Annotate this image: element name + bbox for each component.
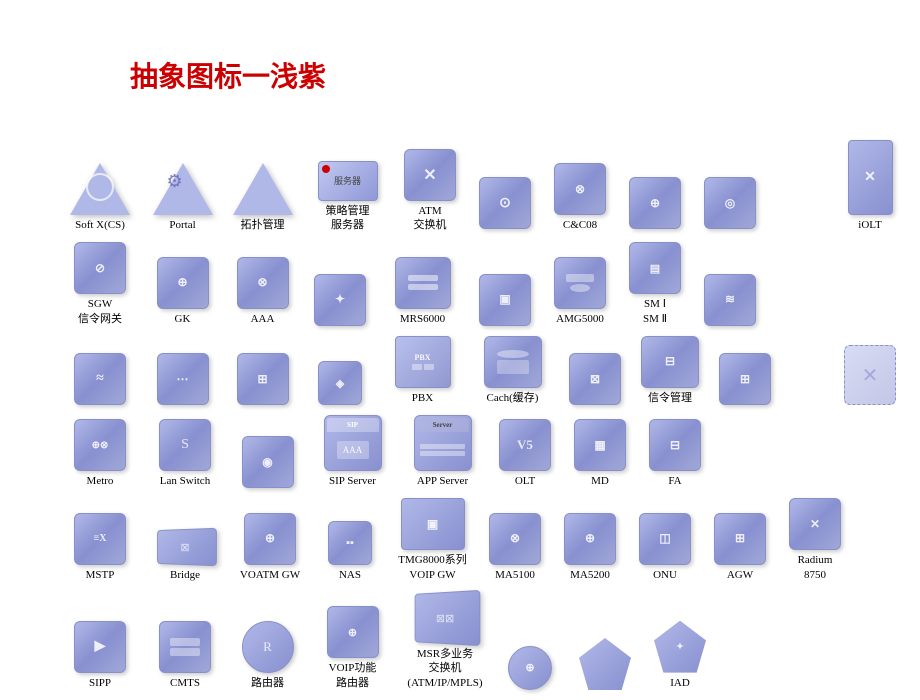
icon-ghost1: ✕ xyxy=(835,345,905,405)
icon-mstp: ≡X MSTP xyxy=(60,513,140,582)
icon-tmg8000: ▣ TMG8000系列VOIP GW xyxy=(390,498,475,582)
icon-radium: ✕ Radium8750 xyxy=(780,498,850,582)
icon-cmts: CMTS xyxy=(145,621,225,690)
icon-row-1: Soft X(CS) ⚙ Portal 拓扑管理 服务器 策略管理服务器 ✕ A… xyxy=(60,140,910,232)
icon-r4: ◈ xyxy=(305,361,375,405)
icon-bridge: ⊠ Bridge xyxy=(145,529,225,582)
icon-msr: ⊠⊠ MSR多业务交换机(ATM/IP/MPLS) xyxy=(400,592,490,690)
icon-olt: V5 OLT xyxy=(490,419,560,488)
icon-row-2: ⊘ SGW信令网关 ⊕ GK ⊗ AAA ✦ xyxy=(60,242,910,326)
icon-r1: ≈ xyxy=(60,353,140,405)
icon-pbx: PBX PBX xyxy=(380,336,465,405)
icon-ma5200: ⊕ MA5200 xyxy=(555,513,625,582)
icon-empty2: ⊕ xyxy=(620,177,690,232)
icon-voip-router: ⊕ VOIP功能路由器 xyxy=(310,606,395,690)
icon-row-5: ≡X MSTP ⊠ Bridge ⊕ VOATM GW ▪▪ NAS ▣ xyxy=(60,498,910,582)
icon-empty8: ⊕ xyxy=(495,646,565,690)
icon-agw: ⊞ AGW xyxy=(705,513,775,582)
icon-empty7: ◉ xyxy=(230,436,305,488)
icon-cc08: ⊗ C&C08 xyxy=(545,163,615,232)
icon-soft-x: Soft X(CS) xyxy=(60,163,140,232)
icon-sgw: ⊘ SGW信令网关 xyxy=(60,242,140,326)
icon-empty4: ✦ xyxy=(305,274,375,326)
icon-topology: 拓扑管理 xyxy=(225,163,300,232)
icon-mrs6000: MRS6000 xyxy=(380,257,465,326)
icon-r2: ⋯ xyxy=(145,353,220,405)
icon-fa: ⊟ FA xyxy=(640,419,710,488)
icon-sip-server: SIP AAA SIP Server xyxy=(310,415,395,488)
page-title: 抽象图标一浅紫 xyxy=(130,55,326,95)
icon-empty9 xyxy=(570,638,640,690)
icon-empty1: ⊙ xyxy=(470,177,540,232)
icon-row-3: ≈ ⋯ ⊞ ◈ PBX PBX xyxy=(60,336,910,405)
icon-md: ▦ MD xyxy=(565,419,635,488)
icon-amg5000: AMG5000 xyxy=(545,257,615,326)
icon-cache: Cach(缓存) xyxy=(470,336,555,405)
icon-empty3: ◎ xyxy=(695,177,765,232)
icon-atm-switch: ✕ ATM交换机 xyxy=(395,149,465,233)
icon-row-6: ▶ SIPP CMTS R 路由器 ⊕ VOIP功能路由器 xyxy=(60,592,910,690)
icon-r3: ⊞ xyxy=(225,353,300,405)
icon-policy-server: 服务器 策略管理服务器 xyxy=(305,161,390,233)
icon-ma5100: ⊗ MA5100 xyxy=(480,513,550,582)
icon-app-server: Server APP Server xyxy=(400,415,485,488)
icon-metro: ⊕⊗ Metro xyxy=(60,419,140,488)
icon-iad: ✦ IAD xyxy=(645,621,715,690)
icon-aaa: ⊗ AAA xyxy=(225,257,300,326)
icon-nas: ▪▪ NAS xyxy=(315,521,385,582)
icon-gk: ⊕ GK xyxy=(145,257,220,326)
icon-voatm-gw: ⊕ VOATM GW xyxy=(230,513,310,582)
icon-grid: Soft X(CS) ⚙ Portal 拓扑管理 服务器 策略管理服务器 ✕ A… xyxy=(60,140,910,700)
icon-r5: ⊠ xyxy=(560,353,630,405)
icon-router: R 路由器 xyxy=(230,621,305,690)
icon-signal-mgmt: ⊟ 信令管理 xyxy=(635,336,705,405)
icon-portal: ⚙ Portal xyxy=(145,163,220,232)
icon-r6: ⊞ xyxy=(710,353,780,405)
icon-sm: ▤ SM ⅠSM Ⅱ xyxy=(620,242,690,326)
icon-empty6: ≋ xyxy=(695,274,765,326)
icon-iolt-placeholder: ✕ iOLT xyxy=(835,140,905,232)
icon-lan-switch: S Lan Switch xyxy=(145,419,225,488)
icon-sipp: ▶ SIPP xyxy=(60,621,140,690)
icon-empty5: ▣ xyxy=(470,274,540,326)
icon-row-4: ⊕⊗ Metro S Lan Switch ◉ SIP AAA SIP Serv… xyxy=(60,415,910,488)
icon-onu: ◫ ONU xyxy=(630,513,700,582)
